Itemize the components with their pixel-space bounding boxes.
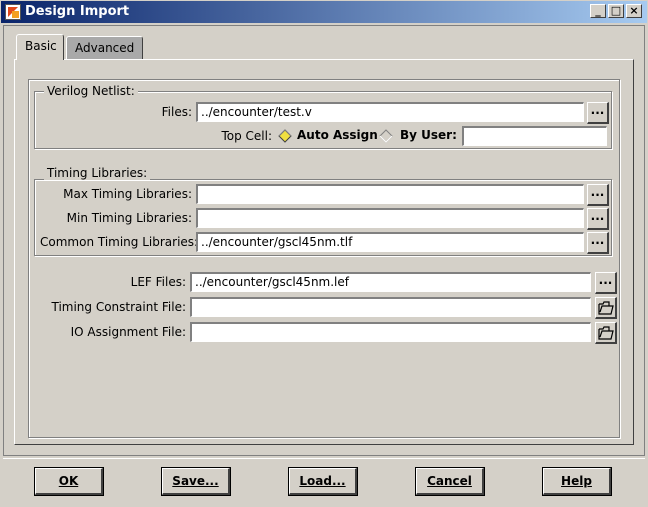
- ok-button[interactable]: OK: [34, 467, 104, 496]
- io-assignment-input[interactable]: [190, 322, 591, 342]
- tab-advanced[interactable]: Advanced: [66, 36, 143, 60]
- common-timing-browse-button[interactable]: ...: [587, 232, 609, 254]
- by-user-label: By User:: [400, 128, 457, 142]
- io-assignment-folder-button[interactable]: [595, 322, 617, 344]
- help-button[interactable]: Help: [542, 467, 612, 496]
- max-timing-input[interactable]: [196, 184, 584, 204]
- verilog-netlist-legend: Verilog Netlist:: [44, 84, 138, 98]
- files-label: Files:: [161, 105, 192, 119]
- common-timing-input[interactable]: ../encounter/gscl45nm.tlf: [196, 232, 584, 252]
- min-timing-label: Min Timing Libraries:: [66, 211, 192, 225]
- window-title: Design Import: [25, 4, 130, 19]
- timing-constraint-folder-button[interactable]: [595, 297, 617, 319]
- verilog-files-input[interactable]: ../encounter/test.v: [196, 102, 584, 122]
- auto-assign-radio[interactable]: [278, 129, 292, 143]
- close-icon[interactable]: ×: [626, 4, 642, 18]
- timing-libraries-legend: Timing Libraries:: [44, 166, 151, 180]
- folder-open-icon: [598, 301, 614, 315]
- top-cell-label: Top Cell:: [221, 129, 272, 143]
- app-icon: [5, 4, 21, 20]
- timing-constraint-label: Timing Constraint File:: [51, 300, 186, 314]
- lef-files-browse-button[interactable]: ...: [595, 272, 617, 294]
- lef-files-input[interactable]: ../encounter/gscl45nm.lef: [190, 272, 591, 292]
- auto-assign-label: Auto Assign: [297, 128, 378, 142]
- minimize-icon[interactable]: _: [590, 4, 606, 18]
- by-user-input[interactable]: [462, 126, 607, 146]
- max-timing-browse-button[interactable]: ...: [587, 184, 609, 206]
- by-user-radio[interactable]: [379, 129, 393, 143]
- lef-files-label: LEF Files:: [130, 275, 186, 289]
- cancel-button[interactable]: Cancel: [415, 467, 485, 496]
- load-button[interactable]: Load...: [288, 467, 358, 496]
- max-timing-label: Max Timing Libraries:: [63, 187, 192, 201]
- timing-constraint-input[interactable]: [190, 297, 591, 317]
- common-timing-label: Common Timing Libraries:: [40, 235, 199, 249]
- min-timing-browse-button[interactable]: ...: [587, 208, 609, 230]
- maximize-icon[interactable]: □: [608, 4, 624, 18]
- folder-open-icon: [598, 326, 614, 340]
- tab-basic[interactable]: Basic: [16, 34, 64, 60]
- verilog-files-browse-button[interactable]: ...: [587, 102, 609, 124]
- save-button[interactable]: Save...: [161, 467, 231, 496]
- io-assignment-label: IO Assignment File:: [70, 325, 186, 339]
- min-timing-input[interactable]: [196, 208, 584, 228]
